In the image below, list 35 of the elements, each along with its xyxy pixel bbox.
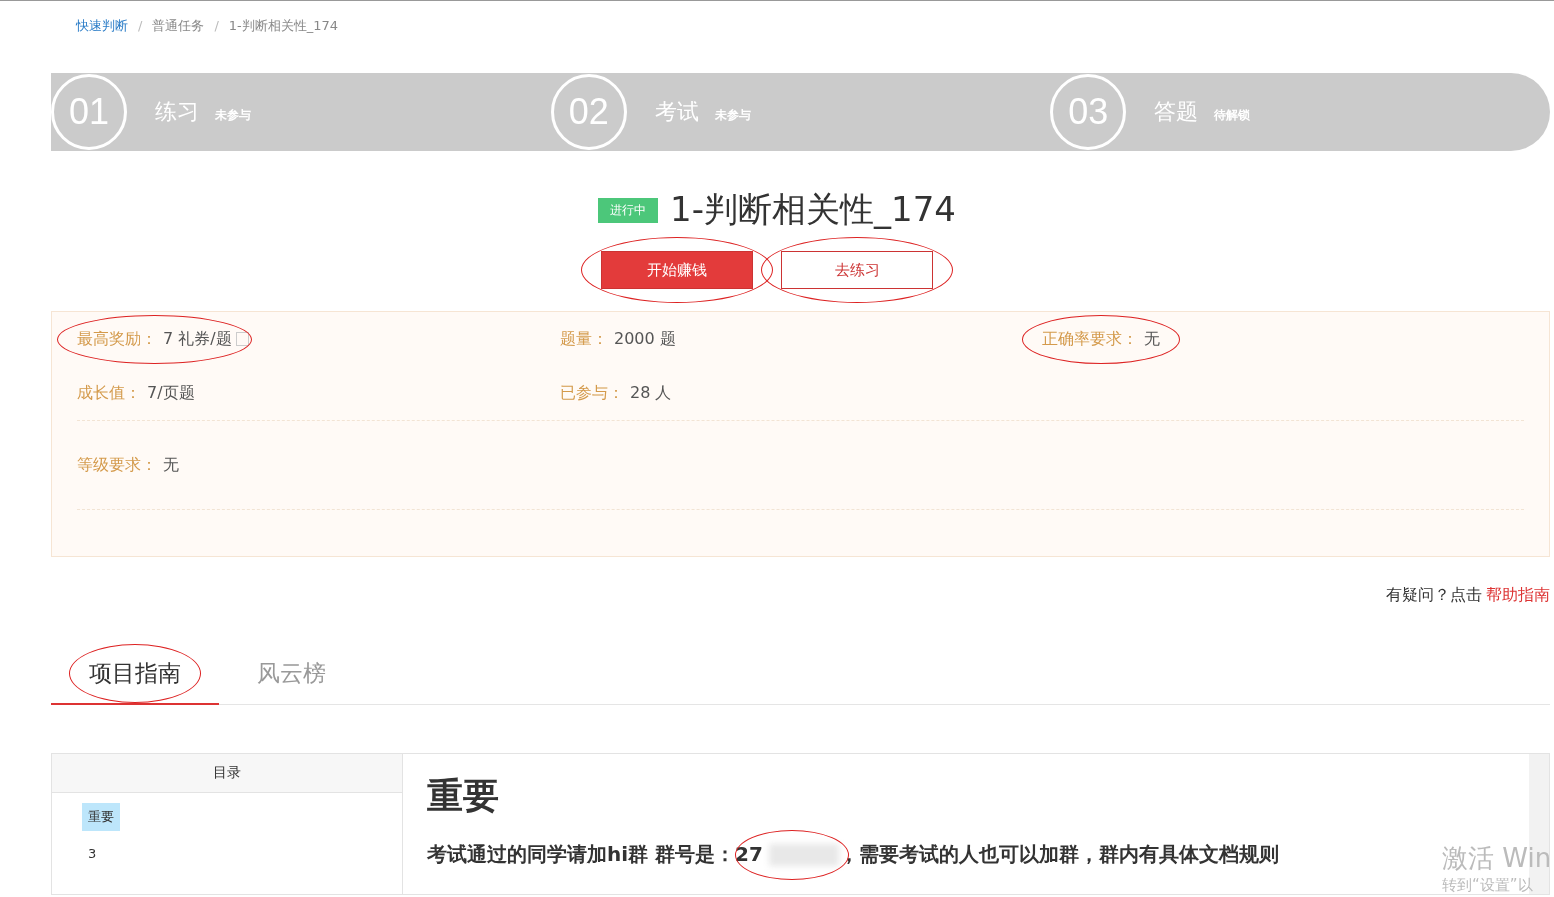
status-badge: 进行中 [598,197,659,223]
tab[interactable]: 风云榜 [219,646,364,705]
task-title: 1-判断相关性_174 [670,188,956,231]
blurred-number [768,843,839,866]
info-label: 题量： [560,328,608,350]
breadcrumb-separator: / [138,18,143,33]
toc-item[interactable]: 重要 [82,803,120,831]
practice-button[interactable]: 去练习 [781,251,933,289]
activation-hint: 转到“设置”以 [1442,876,1534,895]
help-icon[interactable] [235,332,249,346]
toc-item[interactable]: 3 [82,841,103,866]
info-label: 成长值： [77,382,141,404]
activation-notice: 激活 Win [1442,842,1553,875]
breadcrumb-item: 1-判断相关性_174 [228,16,339,35]
help-text: 有疑问？点击 [1386,585,1482,606]
info-value: 28 人 [630,382,672,404]
info-label: 已参与： [560,382,624,404]
article-heading: 重要 [427,774,500,818]
tab[interactable]: 项目指南 [51,646,219,705]
info-value: 2000 题 [614,328,676,350]
info-label: 最高奖励： [77,328,157,350]
toc-title: 目录 [52,754,402,793]
info-value: 无 [163,454,179,476]
info-value: 无 [1144,328,1160,350]
article-text: 考试通过的同学请加hi群 群号是：27 [427,841,763,868]
info-value: 7/页题 [147,382,195,404]
article-text: ，需要考试的人也可以加群，群内有具体文档规则 [838,841,1279,868]
info-value: 7 礼券/题 [163,328,232,350]
help-link[interactable]: 帮助指南 [1486,585,1550,606]
info-label: 等级要求： [77,454,157,476]
breadcrumb-item: 普通任务 [152,16,205,35]
breadcrumb-link[interactable]: 快速判断 [76,16,128,35]
start-button[interactable]: 开始赚钱 [601,251,753,289]
info-label: 正确率要求： [1042,328,1138,350]
breadcrumb-separator: / [214,18,219,33]
